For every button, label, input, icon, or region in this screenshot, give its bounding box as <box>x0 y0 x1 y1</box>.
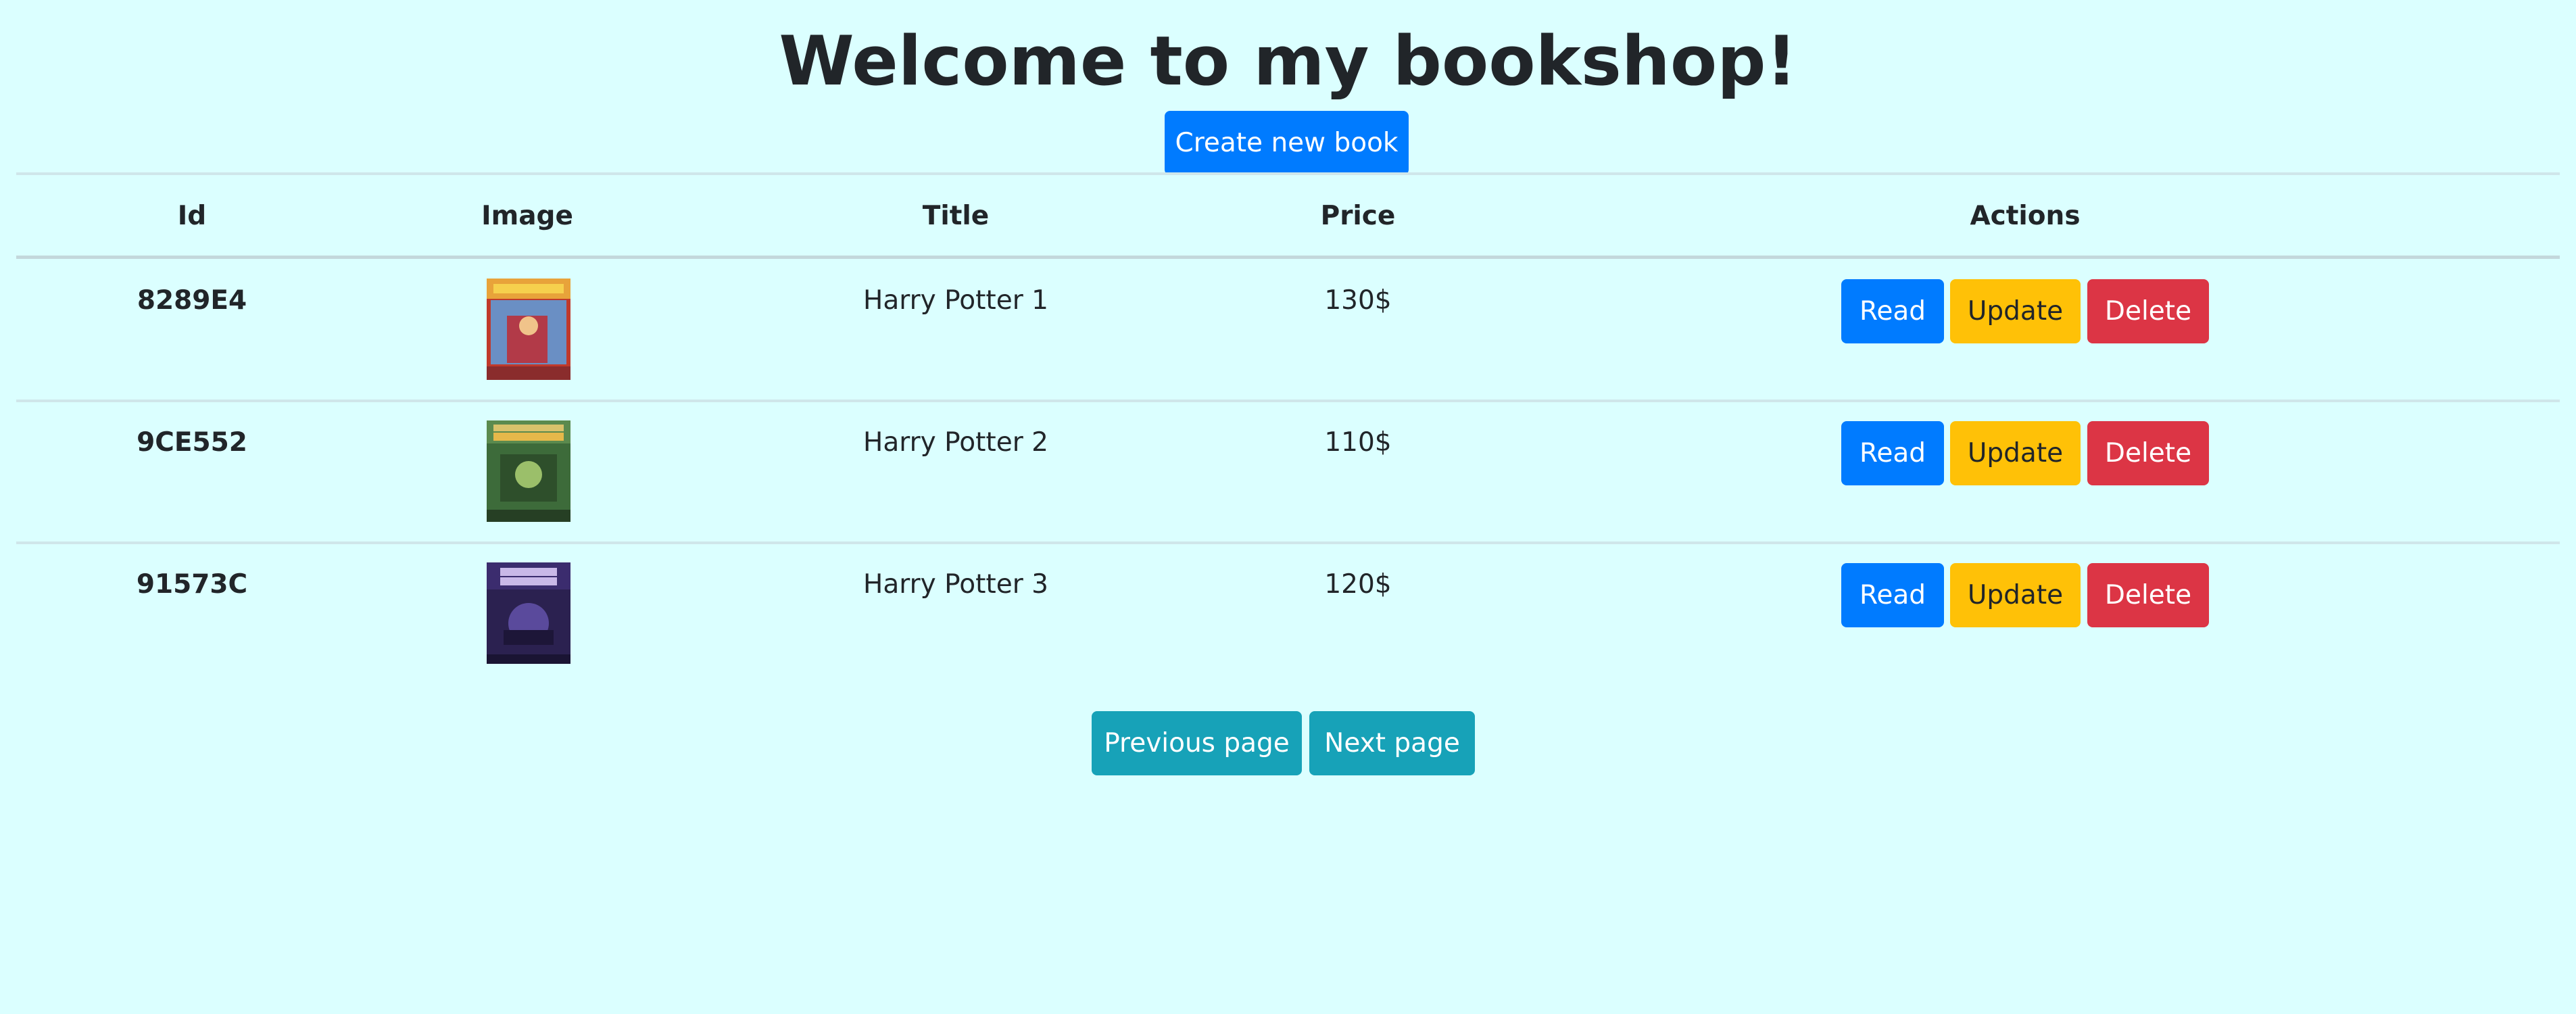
previous-page-button[interactable]: Previous page <box>1092 711 1302 775</box>
create-new-book-button[interactable]: Create new book <box>1165 111 1409 175</box>
book-price: 130$ <box>1324 285 1392 316</box>
book-cover-icon <box>487 562 570 664</box>
column-header-actions: Actions <box>1970 201 2081 231</box>
harry-potter-2-cover-image <box>487 420 570 522</box>
book-price: 110$ <box>1324 427 1392 458</box>
delete-button[interactable]: Delete <box>2087 421 2209 485</box>
update-button[interactable]: Update <box>1950 563 2081 627</box>
next-page-button[interactable]: Next page <box>1309 711 1475 775</box>
update-button[interactable]: Update <box>1950 421 2081 485</box>
read-button[interactable]: Read <box>1841 421 1944 485</box>
page-title: Welcome to my bookshop! <box>779 21 1797 101</box>
delete-button[interactable]: Delete <box>2087 279 2209 343</box>
book-title: Harry Potter 2 <box>863 427 1048 458</box>
harry-potter-3-cover-image <box>487 562 570 664</box>
book-cover-icon <box>487 279 570 380</box>
table-top-border <box>16 172 2560 175</box>
update-button[interactable]: Update <box>1950 279 2081 343</box>
column-header-price: Price <box>1320 201 1396 231</box>
read-button[interactable]: Read <box>1841 279 1944 343</box>
book-id: 9CE552 <box>137 427 247 458</box>
row-divider <box>16 400 2560 402</box>
column-header-image: Image <box>481 201 573 231</box>
table-header-border <box>16 256 2560 259</box>
delete-button[interactable]: Delete <box>2087 563 2209 627</box>
book-price: 120$ <box>1324 569 1392 600</box>
harry-potter-1-cover-image <box>487 279 570 380</box>
book-id: 8289E4 <box>137 285 247 316</box>
column-header-id: Id <box>177 201 207 231</box>
book-title: Harry Potter 3 <box>863 569 1048 600</box>
book-title: Harry Potter 1 <box>863 285 1048 316</box>
book-id: 91573C <box>136 569 248 600</box>
row-divider <box>16 541 2560 544</box>
read-button[interactable]: Read <box>1841 563 1944 627</box>
book-cover-icon <box>487 420 570 522</box>
column-header-title: Title <box>922 201 990 231</box>
